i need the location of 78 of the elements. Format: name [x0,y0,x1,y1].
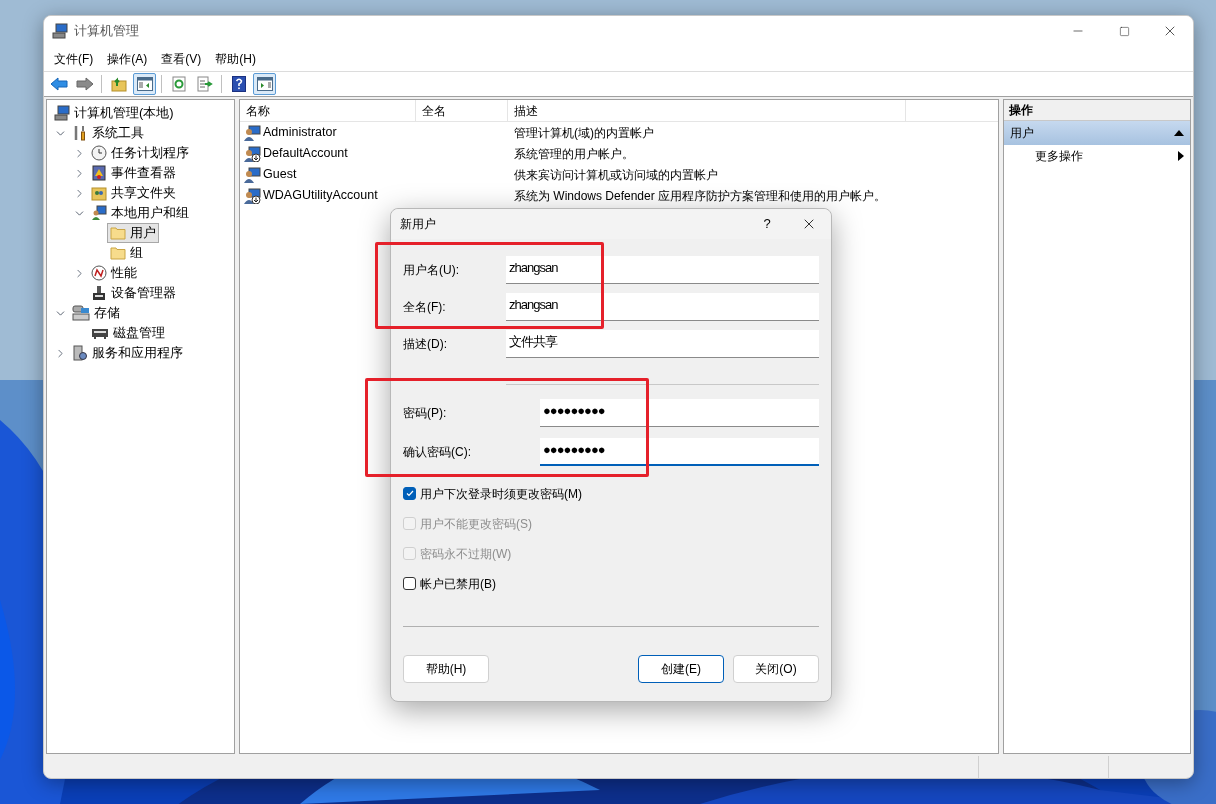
table-cell[interactable]: Guest [263,165,297,184]
disabled-user-icon [244,187,261,204]
console-tree-icon [136,77,153,91]
tree-item[interactable]: 组 [107,243,146,263]
menu-item[interactable]: 查看(V) [155,48,208,69]
tree-item[interactable]: 性能 [88,263,140,283]
tools-icon [72,125,88,141]
computer-icon [52,23,68,39]
tree-item[interactable]: 任务计划程序 [88,143,192,163]
checkbox-option[interactable]: 用户下次登录时须更改密码(M) [403,484,819,503]
collapse-triangle-icon [1174,130,1184,136]
back-arrow-icon [49,77,68,91]
tree-item[interactable]: 事件查看器 [88,163,179,183]
folder-icon [110,246,126,260]
users-icon [91,205,107,221]
help-icon [231,76,246,92]
tree-item[interactable]: 计算机管理(本地) [51,103,177,123]
tree-item[interactable]: 存储 [69,303,123,323]
actions-section-header[interactable]: 用户 [1004,121,1190,145]
field-label: 用户名(U): [403,262,460,279]
dialog-button[interactable]: 创建(E) [638,655,724,683]
window-title: 计算机管理 [74,22,139,41]
user-icon [244,124,261,141]
tree-item[interactable]: 用户 [107,223,159,243]
server-gear-icon [72,345,88,361]
table-cell-text: 系统为 Windows Defender 应用程序防护方案管理和使用的用户帐户。 [513,187,888,205]
checkmark-icon [405,490,414,497]
table-cell-text: 供来宾访问计算机或访问域的内置帐户 [513,166,719,184]
tree-item[interactable]: 设备管理器 [88,283,179,303]
tree-item[interactable]: 本地用户和组 [88,203,192,223]
disabled-user-icon [244,145,261,162]
folder-icon [110,226,126,240]
action-pane-icon [256,77,273,91]
column-header[interactable]: 全名 [416,100,508,121]
input-field[interactable]: ●●●●●●●●● [540,438,819,466]
menu-item[interactable]: 帮助(H) [209,48,262,69]
storage-icon [72,305,90,321]
help-button[interactable]: ? [747,209,787,239]
tree-item[interactable]: 系统工具 [69,123,147,143]
field-label: 全名(F): [403,299,447,316]
table-cell[interactable]: Administrator [263,123,337,142]
forward-arrow-icon [75,77,94,91]
shared-folder-icon [91,185,107,201]
table-cell-text: 系统管理的用户帐户。 [513,145,635,163]
tree-item[interactable]: 共享文件夹 [88,183,179,203]
actions-header: 操作 [1004,100,1190,121]
column-header[interactable]: 名称 [240,100,416,121]
dialog-button[interactable]: 关闭(O) [733,655,819,683]
checkbox-option[interactable]: 帐户已禁用(B) [403,574,819,593]
tree-item[interactable]: 磁盘管理 [88,323,168,343]
column-header[interactable]: 描述 [508,100,906,121]
tree-item[interactable]: 服务和应用程序 [69,343,186,363]
toolbar-button[interactable] [133,73,156,95]
export-list-icon [196,76,213,92]
clock-icon [91,145,107,161]
input-field[interactable]: zhangsan [506,293,819,321]
menu-item[interactable]: 操作(A) [101,48,154,69]
menu-item[interactable]: 文件(F) [48,48,100,69]
disk-drive-icon [91,326,109,340]
folder-up-icon [110,76,127,92]
toolbar-button[interactable] [253,73,276,95]
field-label: 描述(D): [403,336,448,353]
event-log-icon [91,165,107,181]
dialog-title: 新用户 [400,216,437,233]
input-field[interactable]: ●●●●●●●●● [540,399,819,427]
gauge-icon [91,265,107,281]
device-icon [91,285,107,301]
table-cell-text: 管理计算机(域)的内置帐户 [513,124,655,142]
refresh-icon [170,76,187,92]
maximize-icon [1118,25,1130,37]
input-field[interactable]: zhangsan [506,256,819,284]
field-label: 确认密码(C): [403,444,472,461]
field-label: 密码(P): [403,405,448,422]
user-icon [244,166,261,183]
action-item[interactable]: 更多操作 [1004,145,1190,167]
dialog-button[interactable]: 帮助(H) [403,655,489,683]
computer-icon [54,105,70,121]
input-field[interactable]: 文件共享 [506,330,819,358]
